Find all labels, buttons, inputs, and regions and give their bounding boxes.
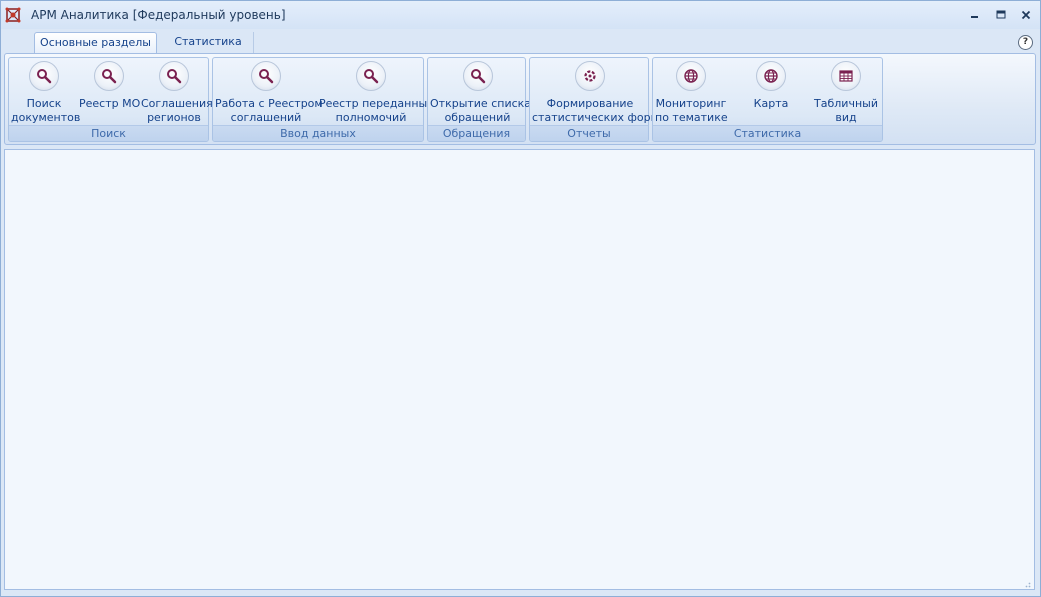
button-label-line1: Реестр МО [79,97,141,110]
tab-main-sections[interactable]: Основные разделы [34,32,157,53]
map-button[interactable]: Карта [735,61,807,129]
ribbon-group-search: Поиск документов Реестр МО Соглашения реги… [8,57,213,142]
generate-statistical-forms-button[interactable]: Формирование статистических форм [532,61,659,129]
window-title: АРМ Аналитика [Федеральный уровень] [31,8,286,22]
button-label-line2: вид [835,111,857,124]
ribbon-panel: Поиск документов Реестр МО Соглашения реги… [4,53,1036,145]
ribbon-group-appeals: Открытие списка обращений Обращения [427,57,531,142]
maximize-button[interactable] [990,5,1012,25]
ribbon-tabs: Основные разделы Статистика ? [1,29,1040,53]
ribbon-group-data-entry: Работа с Реестром соглашений Реестр перед… [212,57,434,142]
button-label-line1: Реестр переданных [319,97,434,110]
table-view-button[interactable]: Табличный вид [810,61,882,129]
button-label-line2: документов [11,111,81,124]
minimize-button[interactable] [964,5,986,25]
button-label-line1: Работа с Реестром [215,97,323,110]
button-label-line2: регионов [147,111,201,124]
agreements-registry-work-button[interactable]: Работа с Реестром соглашений [215,61,323,129]
ribbon-group-statistics: Мониторинг по тематике Карта Табличный вид… [652,57,883,142]
button-label-line1: Соглашения [141,97,213,110]
registry-mo-button[interactable]: Реестр МО [79,61,141,129]
button-label-line2: статистических форм [532,111,659,124]
group-label-reports: Отчеты [530,125,648,141]
close-icon [1021,9,1031,23]
app-logo-icon[interactable] [5,7,21,23]
help-icon[interactable]: ? [1018,35,1033,50]
maximize-icon [996,9,1006,23]
button-label-line2: по тематике [655,111,728,124]
resize-grip-icon[interactable] [1023,578,1031,588]
title-bar[interactable]: АРМ Аналитика [Федеральный уровень] [1,1,1040,29]
button-label-line1: Формирование [546,97,634,110]
button-label-line2: полномочий [335,111,407,124]
topic-monitoring-button[interactable]: Мониторинг по тематике [655,61,728,129]
tab-statistics[interactable]: Статистика [163,32,254,53]
main-workspace[interactable] [4,149,1035,590]
group-label-appeals: Обращения [428,125,525,141]
ribbon-group-reports: Формирование статистических форм Отчеты [529,57,659,142]
button-label-line1: Карта [753,97,789,110]
group-label-data-entry: Ввод данных [213,125,423,141]
region-agreements-button[interactable]: Соглашения регионов [141,61,213,129]
search-documents-button[interactable]: Поиск документов [11,61,81,129]
app-window: АРМ Аналитика [Федеральный уровень] Осно… [0,0,1041,597]
open-appeals-list-button[interactable]: Открытие списка обращений [430,61,531,129]
transferred-powers-registry-button[interactable]: Реестр переданных полномочий [319,61,434,129]
button-label-line1: Мониторинг [655,97,727,110]
button-label-line2: соглашений [230,111,302,124]
button-label-line1: Открытие списка [430,97,532,110]
group-label-search: Поиск [9,125,208,141]
button-label-line1: Табличный [814,97,878,110]
button-label-line1: Поиск [26,97,62,110]
group-label-statistics: Статистика [653,125,882,141]
minimize-icon [970,9,980,23]
button-label-line2: обращений [444,111,511,124]
close-button[interactable] [1015,5,1037,25]
